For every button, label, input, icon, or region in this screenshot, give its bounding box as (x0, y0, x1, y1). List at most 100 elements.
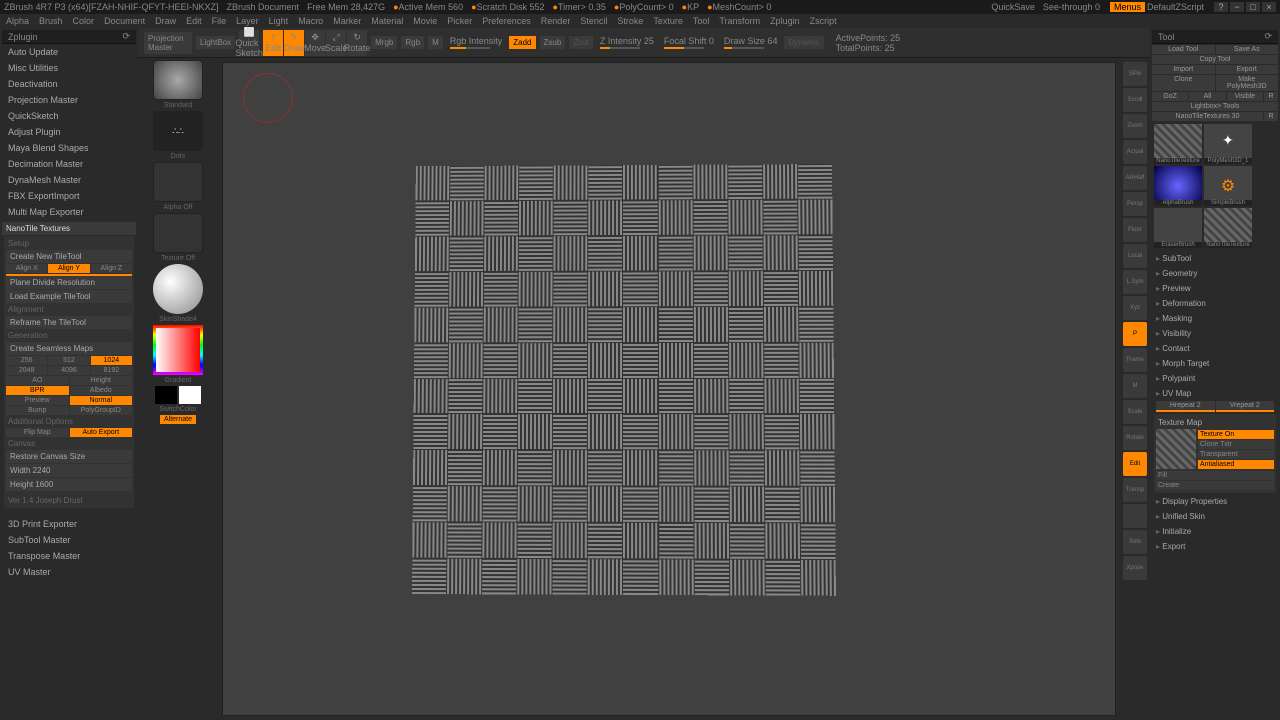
hrepeat[interactable]: Hrepeat 2 (1156, 401, 1215, 412)
shelf-l.sym[interactable]: L.Sym (1123, 270, 1147, 294)
map-bump[interactable]: Bump (6, 406, 69, 415)
auto-export[interactable]: Auto Export (70, 428, 133, 437)
shelf-p[interactable]: P (1123, 322, 1147, 346)
load-example[interactable]: Load Example TileTool (6, 290, 132, 303)
quicksave-button[interactable]: QuickSave (991, 2, 1035, 12)
copy-tool[interactable]: Copy Tool (1152, 55, 1278, 64)
shelf-zoom[interactable]: Zoom (1123, 114, 1147, 138)
menu-zplugin[interactable]: Zplugin (770, 16, 800, 26)
thumb-eraser[interactable]: EraserBrush (1154, 208, 1202, 248)
menus-button[interactable]: Menus (1110, 2, 1145, 12)
shelf-solo[interactable]: Solo (1123, 530, 1147, 554)
nanotile-textures[interactable]: NanoTile Textures (2, 222, 136, 235)
goz-r[interactable]: R (1264, 92, 1278, 101)
shelf-actual[interactable]: Actual (1123, 140, 1147, 164)
menu-zscript[interactable]: Zscript (810, 16, 837, 26)
canvas[interactable] (222, 62, 1116, 716)
size-2048[interactable]: 2048 (6, 366, 47, 375)
dynamic[interactable]: Dynamic (784, 36, 823, 49)
texture-on[interactable]: Texture On (1198, 430, 1274, 439)
size-8192[interactable]: 8192 (91, 366, 132, 375)
menu-picker[interactable]: Picker (447, 16, 472, 26)
quicksketch[interactable]: QuickSketch (2, 108, 136, 124)
thumb-alpha[interactable]: AlphaBrush (1154, 166, 1202, 206)
shelf-rotate[interactable]: Rotate (1123, 426, 1147, 450)
menu-macro[interactable]: Macro (298, 16, 323, 26)
shelf-xyz[interactable]: Xyz (1123, 296, 1147, 320)
morph-section[interactable]: Morph Target (1152, 357, 1278, 370)
import[interactable]: Import (1152, 65, 1215, 74)
menu-file[interactable]: File (212, 16, 227, 26)
reframe-tiletool[interactable]: Reframe The TileTool (6, 316, 132, 329)
default-zscript[interactable]: DefaultZScript (1147, 2, 1204, 12)
nano-slider[interactable]: NanoTileTextures 30 (1152, 112, 1263, 121)
contact-section[interactable]: Contact (1152, 342, 1278, 355)
thumb-nanotile[interactable]: NanoTileTexture (1154, 124, 1202, 164)
menu-render[interactable]: Render (541, 16, 571, 26)
map-preview[interactable]: Preview (6, 396, 69, 405)
plane-divide[interactable]: Plane Divide Resolution (6, 274, 132, 289)
minimize-icon[interactable]: − (1230, 2, 1244, 12)
antialiased[interactable]: Antialiased (1198, 460, 1274, 469)
shelf-xpose[interactable]: Xpose (1123, 556, 1147, 580)
size-256[interactable]: 256 (6, 356, 47, 365)
uv-master[interactable]: UV Master (2, 564, 136, 580)
zsub[interactable]: Zsub (540, 36, 566, 49)
make-polymesh[interactable]: Make PolyMesh3D (1216, 75, 1279, 91)
menu-material[interactable]: Material (371, 16, 403, 26)
draw-size[interactable]: Draw Size 64 (724, 36, 778, 49)
maximize-icon[interactable]: □ (1246, 2, 1260, 12)
texture-thumb[interactable] (153, 213, 203, 253)
rgb-intensity[interactable]: Rgb Intensity (450, 36, 503, 49)
rotate-mode[interactable]: ↻Rotate (347, 30, 367, 56)
shelf-scroll[interactable]: Scroll (1123, 88, 1147, 112)
shelf-aahalf[interactable]: AAHalf (1123, 166, 1147, 190)
menu-marker[interactable]: Marker (333, 16, 361, 26)
restore-canvas[interactable]: Restore Canvas Size (6, 450, 132, 463)
menu-document[interactable]: Document (104, 16, 145, 26)
map-albedo[interactable]: Albedo (70, 386, 133, 395)
menu-transform[interactable]: Transform (719, 16, 760, 26)
export-section[interactable]: Export (1152, 540, 1278, 553)
unified-skin-section[interactable]: Unified Skin (1152, 510, 1278, 523)
menu-brush[interactable]: Brush (39, 16, 63, 26)
thumb-nanotile2[interactable]: NanoTileTexture (1204, 208, 1252, 248)
clone[interactable]: Clone (1152, 75, 1215, 91)
menu-edit[interactable]: Edit (186, 16, 202, 26)
adjust-plugin[interactable]: Adjust Plugin (2, 124, 136, 140)
export[interactable]: Export (1216, 65, 1279, 74)
initialize-section[interactable]: Initialize (1152, 525, 1278, 538)
mrgb[interactable]: Mrgb (371, 36, 397, 49)
create-tiletool[interactable]: Create New TileTool (6, 250, 132, 263)
save-as[interactable]: Save As (1216, 45, 1279, 54)
canvas-width[interactable]: Width 2240 (6, 464, 132, 477)
help-icon[interactable]: ? (1214, 2, 1228, 12)
size-4096[interactable]: 4096 (48, 366, 89, 375)
create[interactable]: Create (1156, 481, 1274, 490)
projection-master[interactable]: Projection Master (2, 92, 136, 108)
shelf-scale[interactable]: Scale (1123, 400, 1147, 424)
map-polygroup[interactable]: PolyGroupID (70, 406, 133, 415)
vrepeat[interactable]: Vrepeat 2 (1216, 401, 1275, 412)
m-btn[interactable]: M (428, 36, 443, 49)
alternate[interactable]: Alternate (160, 415, 196, 424)
focal-shift[interactable]: Focal Shift 0 (664, 36, 714, 49)
menu-preferences[interactable]: Preferences (482, 16, 531, 26)
fill[interactable]: Fill (1156, 471, 1274, 480)
subtool-section[interactable]: SubTool (1152, 252, 1278, 265)
flip-map[interactable]: Flip Map (6, 428, 69, 437)
dynamesh-master[interactable]: DynaMesh Master (2, 172, 136, 188)
map-normal[interactable]: Normal (70, 396, 133, 405)
deactivation[interactable]: Deactivation (2, 76, 136, 92)
goz[interactable]: GoZ (1152, 92, 1188, 101)
decimation-master[interactable]: Decimation Master (2, 156, 136, 172)
nano-r[interactable]: R (1264, 112, 1278, 121)
maya-blend[interactable]: Maya Blend Shapes (2, 140, 136, 156)
lightbox-tools[interactable]: Lightbox> Tools (1152, 102, 1278, 111)
geometry-section[interactable]: Geometry (1152, 267, 1278, 280)
map-ao[interactable]: AO (6, 376, 69, 385)
shelf-spix[interactable]: SPix (1123, 62, 1147, 86)
create-seamless[interactable]: Create Seamless Maps (6, 342, 132, 355)
lightbox-btn[interactable]: LightBox (196, 36, 235, 49)
menu-texture[interactable]: Texture (653, 16, 683, 26)
